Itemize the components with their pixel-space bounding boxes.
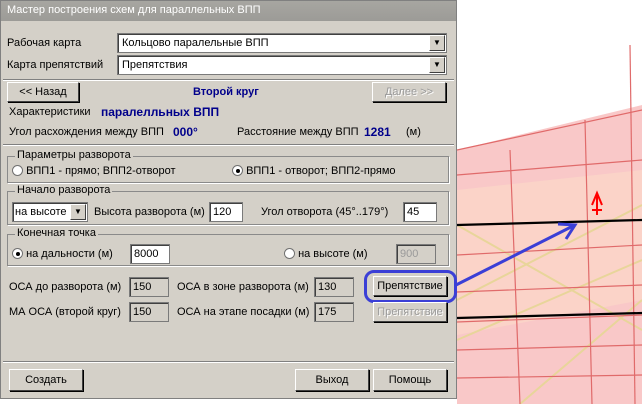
- obstacle-map-select[interactable]: Препятствия ▼: [117, 55, 447, 75]
- oca-turn-zone-label: ОСА в зоне разворота (м): [177, 281, 309, 293]
- turn-angle-input[interactable]: 45: [403, 202, 437, 222]
- distance-unit: (м): [406, 126, 421, 138]
- end-distance-input[interactable]: 8000: [130, 244, 170, 264]
- end-point-group: Конечная точка на дальности (м) 8000 на …: [7, 227, 449, 266]
- distance-value: 1281: [364, 125, 391, 139]
- turn-params-group: Параметры разворота ВПП1 - прямо; ВПП2-о…: [7, 149, 449, 183]
- turn-angle-label: Угол отворота (45°..179°): [261, 206, 389, 218]
- create-button[interactable]: Создать: [9, 369, 83, 391]
- end-point-height-label: на высоте (м): [298, 248, 368, 260]
- exit-button[interactable]: Выход: [295, 369, 369, 391]
- turn-params-title: Параметры разворота: [15, 149, 133, 161]
- back-button[interactable]: << Назад: [7, 82, 79, 102]
- angle-label: Угол расхождения между ВПП: [9, 126, 164, 138]
- missed-oca-label: МА ОСА (второй круг): [9, 306, 121, 318]
- end-height-input[interactable]: 900: [396, 244, 436, 264]
- radio-icon[interactable]: [12, 165, 23, 176]
- turn-option-1[interactable]: ВПП1 - прямо; ВПП2-отворот: [12, 165, 176, 177]
- end-point-title: Конечная точка: [15, 227, 98, 239]
- chevron-down-icon[interactable]: ▼: [429, 57, 445, 73]
- turn-start-mode-select[interactable]: на высоте ▼: [12, 202, 88, 222]
- oca-turn-zone-value: 130: [314, 277, 354, 297]
- turn-option-2[interactable]: ВПП1 - отворот; ВПП2-прямо: [232, 165, 396, 177]
- end-point-distance-option[interactable]: на дальности (м): [12, 248, 113, 260]
- radio-selected-icon[interactable]: [12, 248, 23, 259]
- characteristics-label: Характеристики: [9, 106, 91, 118]
- turn-option-2-label: ВПП1 - отворот; ВПП2-прямо: [246, 165, 396, 177]
- oca-before-turn-value: 150: [129, 277, 169, 297]
- radio-selected-icon[interactable]: [232, 165, 243, 176]
- window-title: Мастер построения схем для параллельных …: [1, 1, 456, 21]
- missed-oca-value: 150: [129, 302, 169, 322]
- turn-option-1-label: ВПП1 - прямо; ВПП2-отворот: [26, 165, 176, 177]
- turn-height-input[interactable]: 120: [209, 202, 243, 222]
- obstacle-button-disabled[interactable]: Препятствие: [373, 302, 447, 322]
- work-map-label: Рабочая карта: [7, 37, 82, 49]
- help-button[interactable]: Помощь: [373, 369, 447, 391]
- step-title: Второй круг: [193, 86, 259, 98]
- oca-landing-label: ОСА на этапе посадки (м): [177, 306, 310, 318]
- characteristics-subtitle: паралелльных ВПП: [101, 105, 220, 119]
- distance-label: Расстояние между ВПП: [237, 126, 359, 138]
- oca-before-turn-label: ОСА до разворота (м): [9, 281, 122, 293]
- highlight-ring: [364, 270, 457, 303]
- angle-value: 000°: [173, 125, 198, 139]
- turn-height-label: Высота разворота (м): [94, 206, 205, 218]
- end-point-height-option[interactable]: на высоте (м): [284, 248, 368, 260]
- end-point-distance-label: на дальности (м): [26, 248, 113, 260]
- work-map-value: Кольцово паралельные ВПП: [122, 37, 269, 49]
- wizard-dialog: Мастер построения схем для параллельных …: [0, 0, 457, 399]
- turn-start-group: Начало разворота на высоте ▼ Высота разв…: [7, 184, 449, 225]
- chevron-down-icon[interactable]: ▼: [429, 35, 445, 51]
- next-button[interactable]: Далее >>: [372, 82, 446, 102]
- work-map-select[interactable]: Кольцово паралельные ВПП ▼: [117, 33, 447, 53]
- turn-start-title: Начало разворота: [15, 184, 113, 196]
- radio-icon[interactable]: [284, 248, 295, 259]
- chevron-down-icon[interactable]: ▼: [70, 204, 86, 220]
- obstacle-map-value: Препятствия: [122, 59, 188, 71]
- oca-landing-value: 175: [314, 302, 354, 322]
- turn-start-mode-value: на высоте: [15, 206, 67, 218]
- obstacle-map-label: Карта препятствий: [7, 59, 104, 71]
